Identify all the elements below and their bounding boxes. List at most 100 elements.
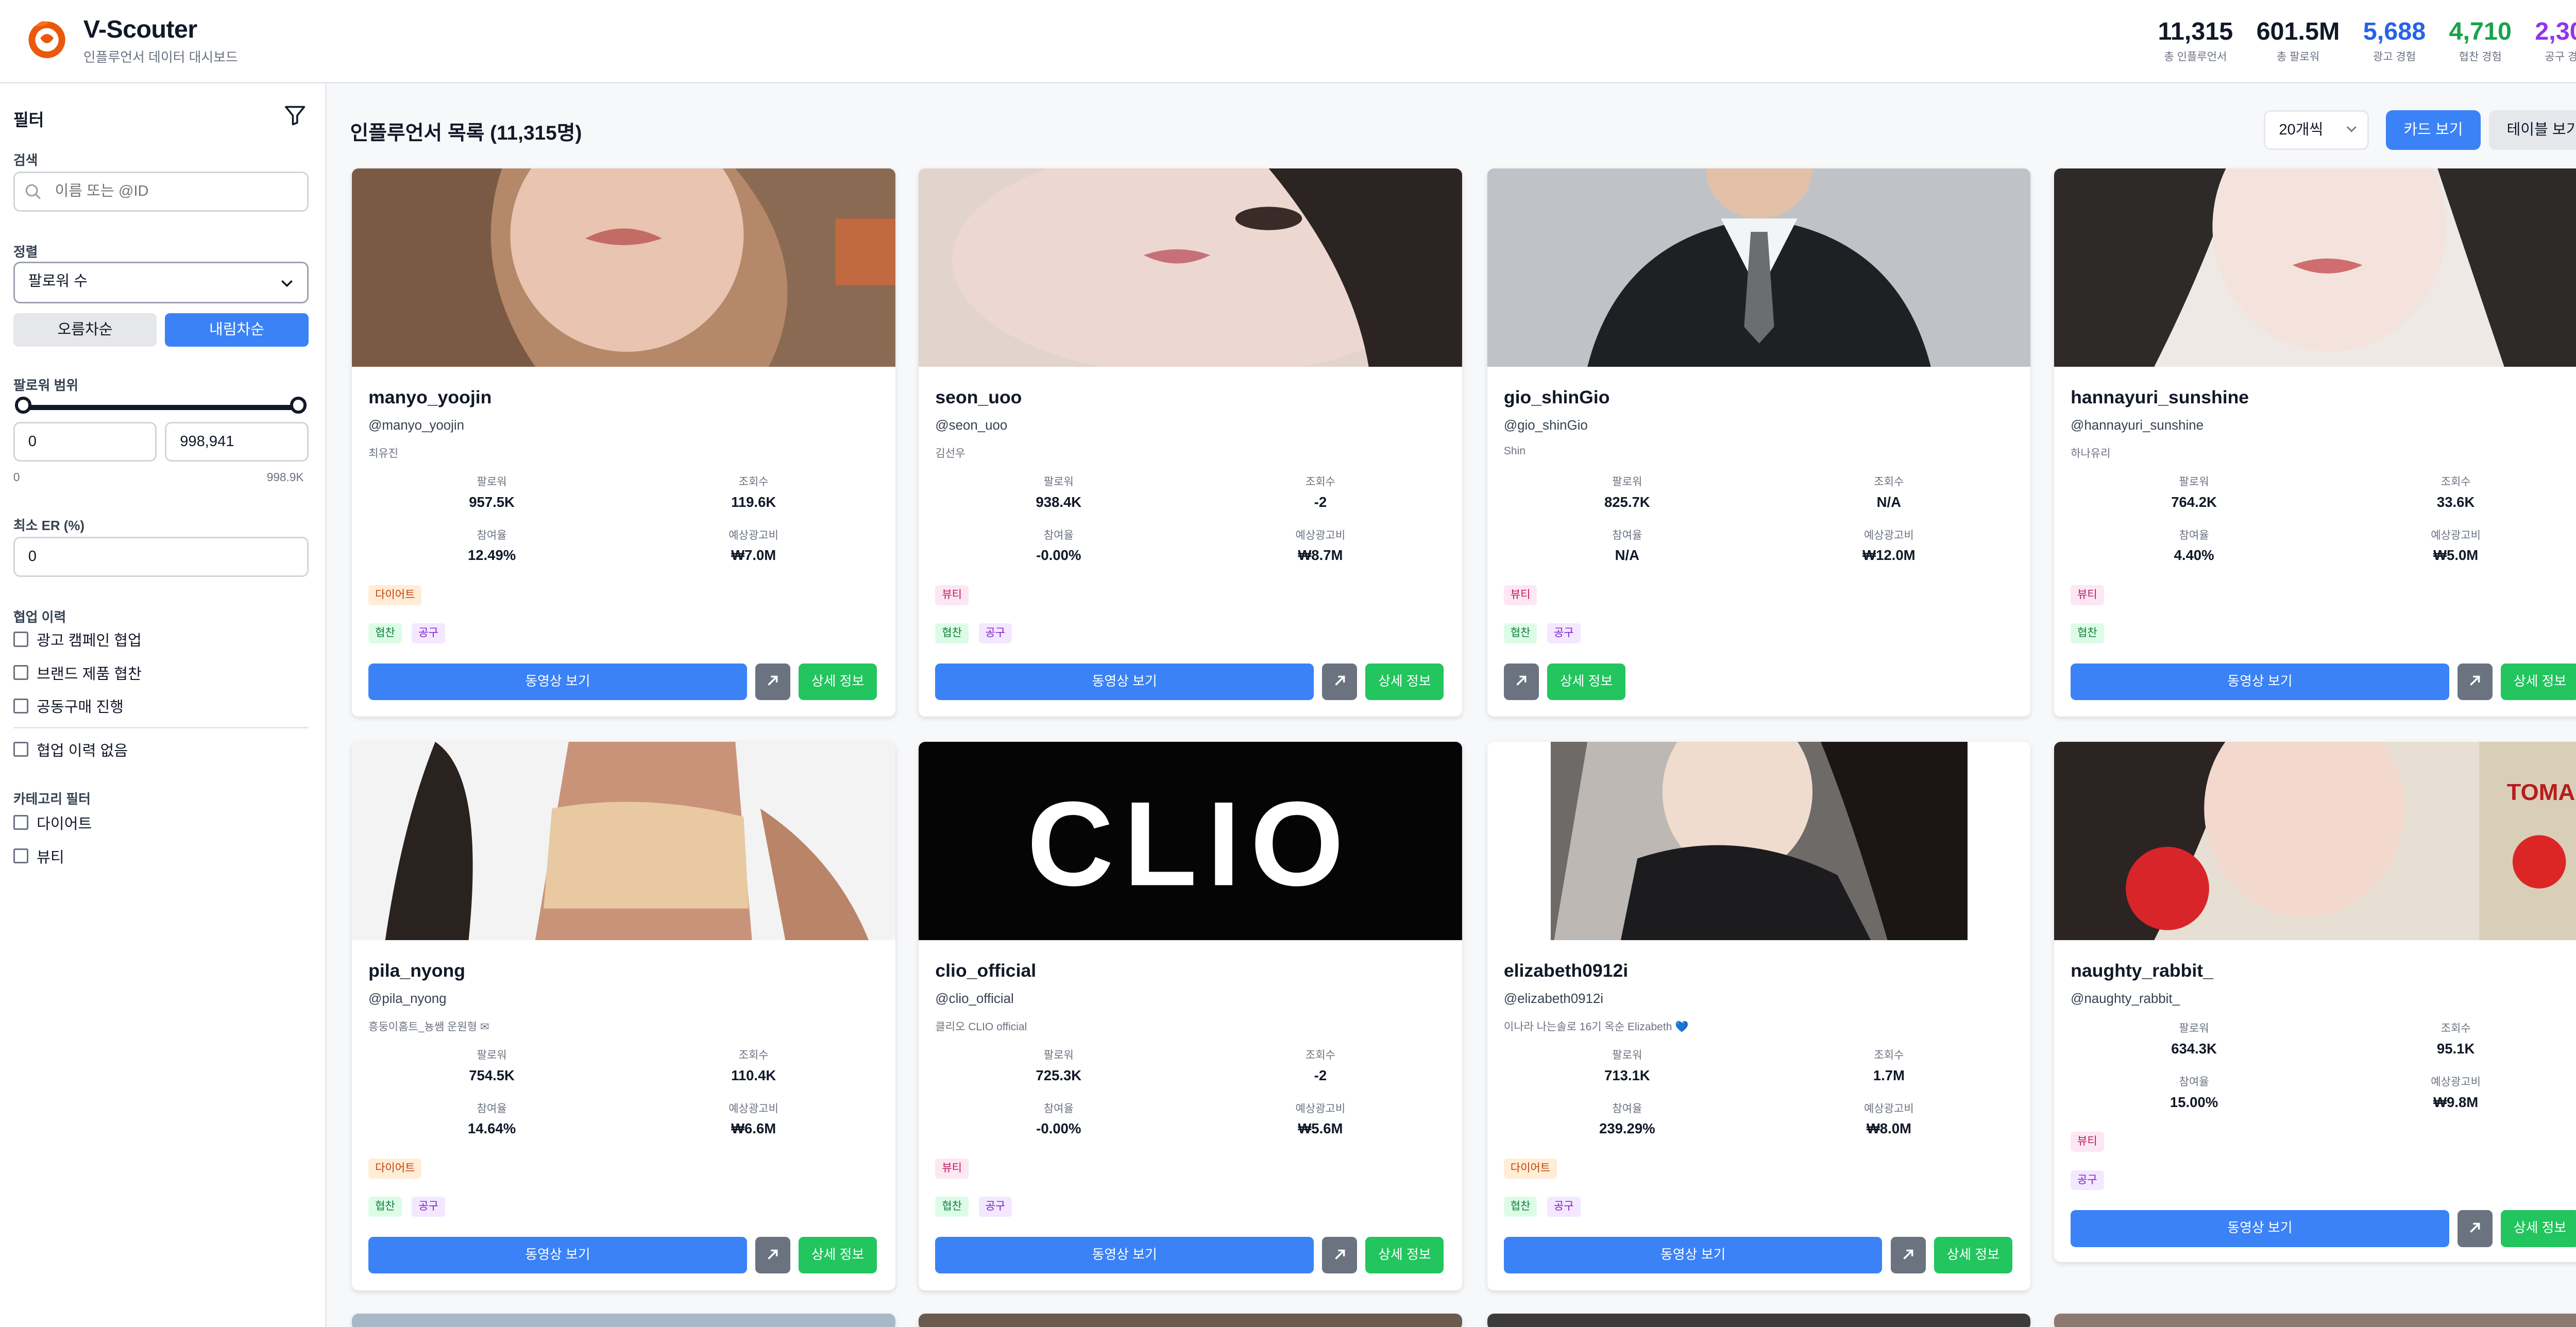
- view-video-button[interactable]: 동영상 보기: [368, 1237, 747, 1274]
- metric-value: 1.7M: [1873, 1067, 1905, 1083]
- influencer-card[interactable]: manyo_yoojin @manyo_yoojin 최유진 팔로워 957.5K 조회수…: [351, 168, 895, 717]
- detail-info-button[interactable]: 상세 정보: [1365, 663, 1444, 701]
- influencer-name: manyo_yoojin: [368, 386, 492, 407]
- metric-views: 조회수 -2: [1195, 473, 1445, 511]
- sort-select[interactable]: 팔로워 수: [13, 262, 309, 303]
- metric-label: 조회수: [1874, 476, 1904, 488]
- profile-photo[interactable]: TOMA: [2054, 742, 2576, 941]
- checkbox-no-collab[interactable]: 협업 이력 없음: [13, 739, 128, 760]
- external-link-button[interactable]: [2457, 1210, 2493, 1247]
- checkbox[interactable]: [13, 632, 28, 647]
- collab-tag: 협찬: [935, 1197, 969, 1217]
- metric-views: 조회수 33.6K: [2331, 473, 2576, 511]
- metric-engagement: 참여율 -0.00%: [934, 527, 1183, 564]
- metric-label: 예상광고비: [728, 529, 778, 541]
- checkbox-category-beauty[interactable]: 뷰티: [13, 845, 64, 867]
- metric-label: 예상광고비: [1864, 529, 1914, 541]
- view-video-button[interactable]: 동영상 보기: [1503, 1237, 1883, 1274]
- profile-photo[interactable]: [1487, 742, 2031, 941]
- view-video-button[interactable]: 동영상 보기: [2071, 663, 2449, 701]
- stat-value: 601.5M: [2256, 18, 2340, 46]
- card-view-button[interactable]: 카드 보기: [2385, 110, 2481, 150]
- range-max-input[interactable]: 998,941: [165, 421, 309, 462]
- influencer-card[interactable]: [1487, 1313, 2031, 1327]
- checkbox[interactable]: [13, 698, 28, 713]
- checkbox-category-diet[interactable]: 다이어트: [13, 812, 92, 833]
- influencer-card[interactable]: [2054, 1313, 2576, 1327]
- metric-value: 95.1K: [2436, 1041, 2475, 1057]
- svg-text:TOMA: TOMA: [2506, 779, 2575, 805]
- profile-photo[interactable]: [351, 742, 895, 941]
- checkbox-ad-campaign[interactable]: 광고 캠페인 협업: [13, 628, 142, 650]
- influencer-card[interactable]: [351, 1313, 895, 1327]
- influencer-description: 최유진: [368, 448, 399, 460]
- sort-ascending-button[interactable]: 오름차순: [13, 313, 157, 347]
- detail-info-button[interactable]: 상세 정보: [1547, 663, 1626, 701]
- checkbox-label: 브랜드 제품 협찬: [37, 666, 142, 683]
- external-link-button[interactable]: [2457, 663, 2493, 701]
- detail-info-button[interactable]: 상세 정보: [1934, 1237, 2012, 1274]
- external-link-button[interactable]: [1322, 663, 1358, 701]
- view-video-button[interactable]: 동영상 보기: [2071, 1210, 2449, 1247]
- metric-label: 팔로워: [1043, 1049, 1074, 1062]
- profile-photo[interactable]: [1487, 168, 2031, 367]
- influencer-card[interactable]: elizabeth0912i @elizabeth0912i 이나라 나는솔로 16…: [1487, 742, 2031, 1290]
- checkbox-brand-sponsor[interactable]: 브랜드 제품 협찬: [13, 662, 142, 684]
- table-view-button[interactable]: 테이블 보기: [2489, 110, 2576, 150]
- metric-engagement: 참여율 12.49%: [367, 527, 617, 564]
- influencer-name: naughty_rabbit_: [2071, 960, 2213, 981]
- app-subtitle: 인플루언서 데이터 대시보드: [83, 50, 238, 65]
- checkbox[interactable]: [13, 815, 28, 830]
- category-badge: 뷰티: [935, 585, 969, 605]
- per-page-select[interactable]: 20개씩: [2264, 110, 2369, 150]
- external-link-icon: [768, 1249, 778, 1260]
- sidebar-divider: [13, 726, 309, 729]
- checkbox[interactable]: [13, 665, 28, 680]
- influencer-card[interactable]: hannayuri_sunshine @hannayuri_sunshine 하나유…: [2054, 168, 2576, 717]
- profile-photo[interactable]: [2054, 168, 2576, 367]
- detail-info-button[interactable]: 상세 정보: [799, 1237, 877, 1274]
- search-field[interactable]: [13, 172, 309, 212]
- metric-label: 참여율: [1043, 529, 1074, 541]
- influencer-card[interactable]: gio_shinGio @gio_shinGio Shin 팔로워 825.7K 조회수 N…: [1487, 168, 2031, 717]
- detail-info-button[interactable]: 상세 정보: [2500, 1210, 2576, 1247]
- metric-label: 예상광고비: [1295, 1102, 1346, 1115]
- profile-photo[interactable]: [919, 168, 1462, 367]
- influencer-card[interactable]: [919, 1313, 1462, 1327]
- influencer-card[interactable]: CLIO clio_official @clio_official 클리오 CLIO …: [919, 742, 1462, 1290]
- profile-photo[interactable]: [351, 168, 895, 367]
- checkbox[interactable]: [13, 741, 28, 757]
- min-er-input[interactable]: 0: [13, 536, 309, 577]
- detail-info-button[interactable]: 상세 정보: [799, 663, 877, 701]
- view-video-button[interactable]: 동영상 보기: [935, 1237, 1314, 1274]
- metric-views: 조회수 119.6K: [629, 473, 878, 511]
- influencer-card[interactable]: seon_uoo @seon_uoo 김선우 팔로워 938.4K 조회수 -2 참여율 -0.…: [919, 168, 1462, 717]
- influencer-card[interactable]: pila_nyong @pila_nyong 흥둥이홈트_뇽쌤 운원형 ✉ 팔로워 75…: [351, 742, 895, 1290]
- metric-value: 33.6K: [2436, 494, 2475, 510]
- range-min-caption: 0: [13, 470, 20, 484]
- search-input[interactable]: [52, 181, 309, 202]
- metric-value: 957.5K: [469, 494, 515, 510]
- metric-value: ₩6.6M: [731, 1120, 776, 1137]
- collab-tag: 공구: [2071, 1170, 2104, 1190]
- external-link-button[interactable]: [755, 663, 790, 701]
- external-link-button[interactable]: [755, 1237, 790, 1274]
- external-link-button[interactable]: [1322, 1237, 1358, 1274]
- range-min-handle[interactable]: [15, 397, 32, 414]
- external-link-button[interactable]: [1503, 663, 1539, 701]
- checkbox-group-buy[interactable]: 공동구매 진행: [13, 695, 124, 717]
- external-link-button[interactable]: [1890, 1237, 1926, 1274]
- detail-info-button[interactable]: 상세 정보: [1365, 1237, 1444, 1274]
- checkbox-label: 광고 캠페인 협업: [37, 632, 142, 649]
- detail-info-button[interactable]: 상세 정보: [2500, 663, 2576, 701]
- range-max-handle[interactable]: [290, 397, 307, 414]
- range-min-input[interactable]: 0: [13, 421, 157, 462]
- view-video-button[interactable]: 동영상 보기: [935, 663, 1314, 701]
- profile-photo[interactable]: CLIO: [919, 742, 1462, 941]
- filter-icon[interactable]: [283, 104, 307, 127]
- influencer-card[interactable]: TOMA naughty_rabbit_ @naughty_rabbit_ 팔로워 63…: [2054, 742, 2576, 1262]
- checkbox[interactable]: [13, 848, 28, 864]
- sort-descending-button[interactable]: 내림차순: [165, 313, 309, 347]
- view-video-button[interactable]: 동영상 보기: [368, 663, 747, 701]
- follower-range-slider[interactable]: [23, 405, 300, 411]
